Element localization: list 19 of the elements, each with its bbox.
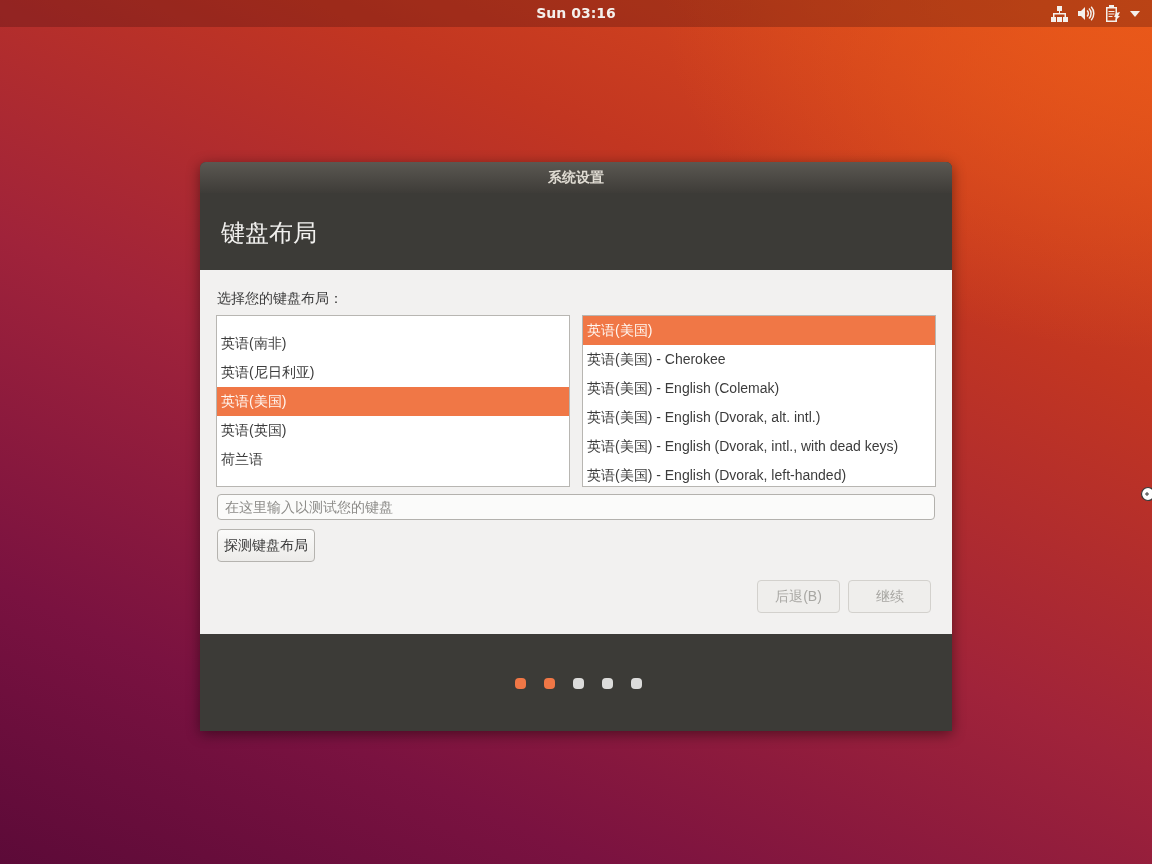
detect-layout-button[interactable]: 探测键盘布局 bbox=[217, 529, 315, 562]
variant-item[interactable]: 英语(美国) - English (Dvorak, alt. intl.) bbox=[583, 403, 935, 432]
clock[interactable]: Sun 03:16 bbox=[536, 5, 616, 21]
language-item[interactable]: 英语(尼日利亚) bbox=[217, 358, 569, 387]
caret-down-icon[interactable] bbox=[1130, 10, 1140, 17]
language-item[interactable]: 荷兰语 bbox=[217, 445, 569, 474]
language-item[interactable]: 英语(南非) bbox=[217, 329, 569, 358]
battery-charging-icon[interactable] bbox=[1105, 5, 1120, 22]
variant-item[interactable]: 英语(美国) - English (Colemak) bbox=[583, 374, 935, 403]
language-item[interactable]: 英语(英国) bbox=[217, 416, 569, 445]
volume-icon[interactable] bbox=[1078, 6, 1095, 21]
layout-label: 选择您的键盘布局： bbox=[216, 289, 344, 308]
window-title: 系统设置 bbox=[548, 168, 604, 187]
variant-item[interactable]: 英语(美国) - English (Dvorak, intl., with dead keys) bbox=[583, 432, 935, 461]
page-heading: 键盘布局 bbox=[221, 217, 317, 248]
network-icon[interactable] bbox=[1051, 5, 1068, 22]
variant-item[interactable]: 英语(美国) - English (Dvorak, left-handed) bbox=[583, 461, 935, 486]
keyboard-test-field[interactable]: 在这里输入以测试您的键盘 bbox=[217, 494, 935, 520]
variant-item[interactable]: 英语(美国) - Cherokee bbox=[583, 345, 935, 374]
